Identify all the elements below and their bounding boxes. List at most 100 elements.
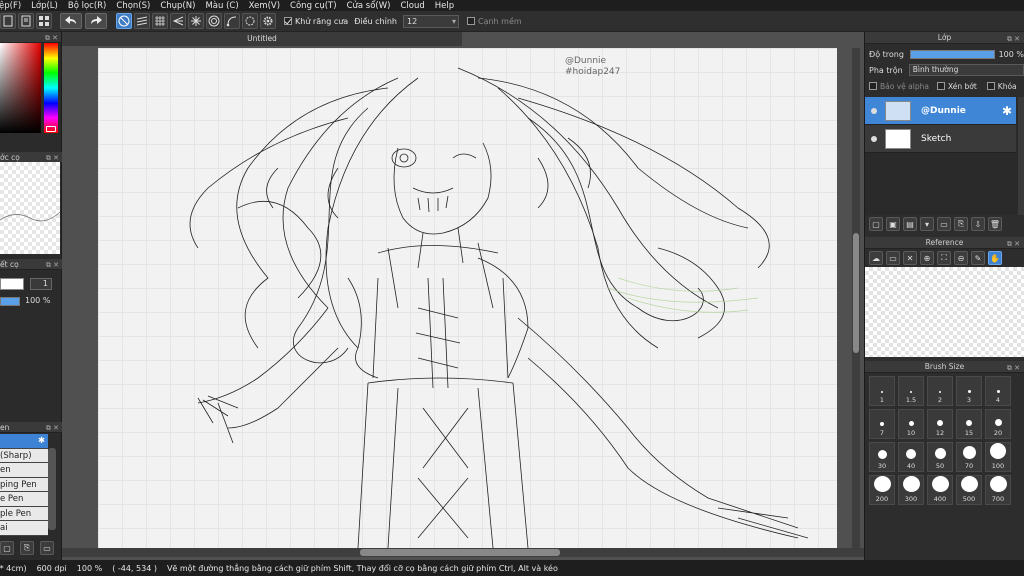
open-file-button[interactable] [18,13,34,29]
new-brush-icon[interactable]: ▢ [0,541,14,555]
folder-icon[interactable]: ▭ [937,217,951,231]
brush-size-option[interactable]: 40 [898,442,924,472]
brush-size-option[interactable]: 700 [985,475,1011,505]
brush-size-option[interactable]: 50 [927,442,953,472]
brush-size-option[interactable]: 300 [898,475,924,505]
pin-icon[interactable]: ⧉ ✕ [46,423,59,432]
visibility-icon[interactable] [871,107,877,114]
brush-item-fude-pen[interactable]: e Pen [0,492,48,507]
visibility-icon[interactable] [871,135,877,142]
brush-size-option[interactable]: 1.5 [898,376,924,406]
menu-view[interactable]: Xem(V) [244,1,285,11]
menu-filter[interactable]: Bộ lọc(R) [63,1,112,11]
document-tab[interactable]: Untitled [62,32,462,46]
menu-file[interactable]: ệp(F) [0,1,26,11]
redo-button[interactable] [85,13,107,29]
canvas-vertical-scrollbar[interactable] [852,48,860,548]
pin-icon[interactable]: ⧉ ✕ [46,260,59,269]
layer-item-sketch[interactable]: Sketch [865,125,1016,153]
brush-size-option[interactable]: 200 [869,475,895,505]
lock-checkbox[interactable] [986,82,995,90]
brush-size-option[interactable]: 30 [869,442,895,472]
horizontal-scroll-thumb[interactable] [360,549,560,556]
brush-size-option[interactable]: 20 [985,409,1011,439]
pin-icon[interactable]: ⧉ ✕ [1007,33,1020,45]
new-file-button[interactable] [0,13,16,29]
menu-capture[interactable]: Chụp(N) [155,1,200,11]
adjust-select[interactable]: 12 [402,14,459,28]
brush-size-option[interactable]: 400 [927,475,953,505]
zoom-out-icon[interactable]: ⊖ [954,251,968,265]
antialias-checkbox[interactable] [284,17,292,25]
brush-size-option[interactable]: 500 [956,475,982,505]
brush-item-dipping-pen[interactable]: ping Pen [0,477,48,492]
brush-size-option[interactable]: 100 [985,442,1011,472]
protect-alpha-checkbox[interactable] [869,82,877,90]
gear-icon[interactable] [260,13,276,29]
canvas-horizontal-scrollbar[interactable] [62,548,864,557]
menu-cloud[interactable]: Cloud [395,1,429,11]
color-picker-square[interactable] [0,43,41,133]
new-layer-1bit-icon[interactable]: ▤ [903,217,917,231]
brush-list-scrollbar[interactable] [48,448,56,530]
brush-item-pen[interactable]: en [0,463,48,478]
add-layer-dropdown-icon[interactable]: ▾ [920,217,934,231]
brush-size-option[interactable]: 3 [956,376,982,406]
smooth-edge-checkbox[interactable] [466,17,475,25]
vertical-scroll-thumb[interactable] [853,233,859,353]
brush-size-option[interactable]: 10 [898,409,924,439]
crosshatch-icon[interactable] [152,13,168,29]
blend-mode-select[interactable]: Bình thường [908,64,1024,76]
close-icon[interactable]: ✕ [903,251,917,265]
menu-layer[interactable]: Lớp(L) [26,1,63,11]
pin-icon[interactable]: ⧉ ✕ [1007,362,1020,374]
brush-color-swatch[interactable] [0,278,24,290]
brush-size-option[interactable]: 1 [869,376,895,406]
layer-list-scrollbar[interactable] [1018,97,1024,215]
copy-brush-icon[interactable]: ⎘ [20,541,34,555]
menu-help[interactable]: Help [430,1,459,11]
gear-icon[interactable]: ✱ [38,434,45,448]
undo-button[interactable] [60,13,82,29]
layer-opacity-slider[interactable] [909,49,995,59]
drawing-canvas[interactable]: @Dunnie #hoidap247 [98,48,837,548]
brush-size-option[interactable]: 70 [956,442,982,472]
clipping-checkbox[interactable] [936,82,945,90]
curve-ruler-icon[interactable] [224,13,240,29]
brush-size-option[interactable]: 4 [985,376,1011,406]
brush-item-maple-pen[interactable]: ple Pen [0,506,48,521]
pin-icon[interactable]: ⧉ ✕ [45,33,58,42]
folder-icon[interactable]: ▭ [40,541,54,555]
eyedropper-icon[interactable]: ✎ [971,251,985,265]
grid-view-button[interactable] [36,13,52,29]
layer-item-dunnie[interactable]: @Dunnie ✱ [865,97,1016,125]
pin-icon[interactable]: ⧉ ✕ [1007,238,1020,250]
hue-slider[interactable] [44,43,58,133]
brush-size-option[interactable]: 2 [927,376,953,406]
brush-size-option[interactable]: 7 [869,409,895,439]
ruler-off-icon[interactable] [116,13,132,29]
hand-icon[interactable]: ✋ [988,251,1002,265]
new-layer-icon[interactable]: ▢ [869,217,883,231]
brush-opacity-bar[interactable] [0,297,20,306]
menu-select[interactable]: Chọn(S) [111,1,155,11]
open-folder-icon[interactable]: ▭ [886,251,900,265]
perspective-icon[interactable] [170,13,186,29]
concentric-circle-icon[interactable] [206,13,222,29]
menu-window[interactable]: Cửa sổ(W) [342,1,396,11]
menu-tools[interactable]: Công cụ(T) [285,1,342,11]
merge-layer-icon[interactable]: ⇩ [971,217,985,231]
fit-icon[interactable]: ⛶ [937,251,951,265]
brush-size-option[interactable]: 15 [956,409,982,439]
radial-lines-icon[interactable] [188,13,204,29]
duplicate-layer-icon[interactable]: ⎘ [954,217,968,231]
new-layer-8bit-icon[interactable]: ▣ [886,217,900,231]
symmetry-circle-icon[interactable] [242,13,258,29]
brush-item-pen-sharp[interactable]: (Sharp) [0,448,48,463]
parallel-lines-icon[interactable] [134,13,150,29]
reference-canvas[interactable] [865,267,1024,357]
brush-size-option[interactable]: 12 [927,409,953,439]
delete-layer-icon[interactable]: 🗑 [988,217,1002,231]
brush-size-input[interactable]: 1 [30,278,52,290]
gear-icon[interactable]: ✱ [1002,104,1012,118]
